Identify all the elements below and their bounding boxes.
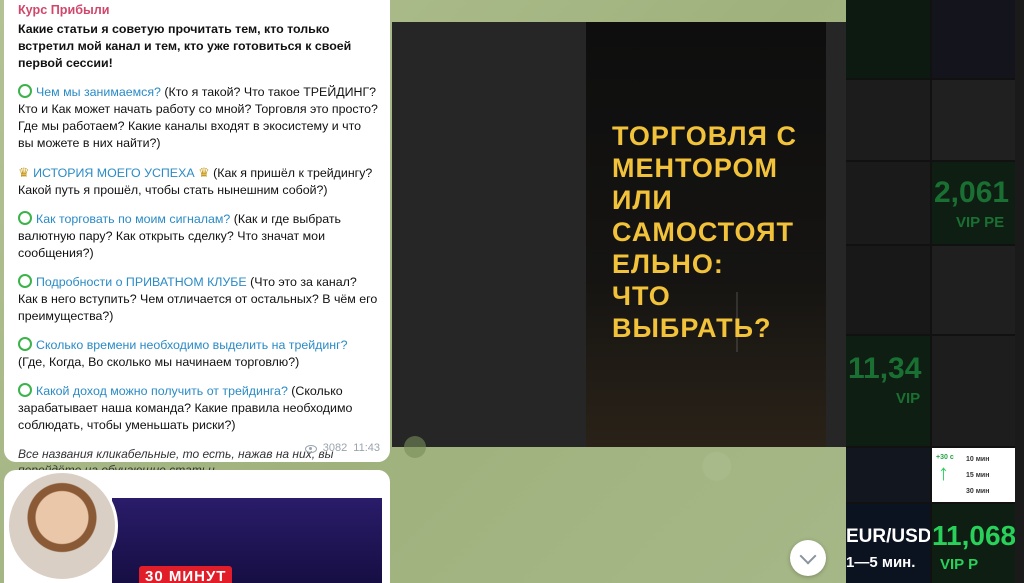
chevron-down-icon	[799, 547, 817, 564]
media-viewer[interactable]: ТОРГОВЛЯ С МЕНТОРОМ ИЛИ САМОСТОЯТ ЕЛЬНО:…	[392, 22, 846, 447]
article-link-success-story[interactable]: ИСТОРИЯ МОЕГО УСПЕХА	[33, 166, 195, 180]
list-item: Какой доход можно получить от трейдинга?…	[18, 383, 353, 432]
article-poster[interactable]: ТОРГОВЛЯ С МЕНТОРОМ ИЛИ САМОСТОЯТ ЕЛЬНО:…	[586, 22, 826, 447]
thumbnail[interactable]	[932, 80, 1016, 160]
article-link-time[interactable]: Сколько времени необходимо выделить на т…	[36, 338, 348, 352]
right-edge-strip	[1015, 0, 1024, 583]
green-circle-icon	[18, 383, 32, 397]
video-message-bubble[interactable]: 30 МИНУТ	[4, 470, 390, 583]
message-meta: 3082 11:43	[304, 440, 380, 457]
thumbnail[interactable]: ↑ +30 с 10 мин 15 мин 30 мин	[932, 448, 1016, 502]
thumbnail[interactable]	[846, 162, 930, 244]
thumbnail-strip: 2,061 VIP PE 11,34 VIP ↑ +30 с 10 мин 15…	[846, 0, 1024, 583]
green-circle-icon	[18, 84, 32, 98]
thumbnail[interactable]	[846, 448, 930, 502]
thumbnail[interactable]: EUR/USD 1—5 мин.	[846, 504, 930, 583]
article-link-about[interactable]: Чем мы занимаемся?	[36, 85, 161, 99]
thumbnail[interactable]	[846, 80, 930, 160]
list-item: Сколько времени необходимо выделить на т…	[18, 337, 348, 369]
article-link-income[interactable]: Какой доход можно получить от трейдинга?	[36, 384, 288, 398]
thumbnail[interactable]	[932, 0, 1016, 78]
view-count: 3082	[322, 442, 348, 454]
crown-icon: ♛	[198, 165, 210, 180]
thumbnail[interactable]	[932, 336, 1016, 446]
poster-title: ТОРГОВЛЯ С МЕНТОРОМ ИЛИ САМОСТОЯТ ЕЛЬНО:…	[612, 121, 797, 343]
thumbnail[interactable]: 11,34 VIP	[846, 336, 930, 446]
scroll-down-button[interactable]	[790, 540, 826, 576]
eye-icon	[304, 444, 317, 453]
thumbnail[interactable]	[846, 246, 930, 334]
message-time: 11:43	[353, 442, 380, 454]
crown-icon: ♛	[18, 165, 30, 180]
green-circle-icon	[18, 274, 32, 288]
channel-name[interactable]: Курс Прибыли	[18, 2, 378, 19]
list-item: Чем мы занимаемся? (Кто я такой? Что так…	[18, 84, 378, 150]
thumbnail[interactable]	[846, 0, 930, 78]
thumbnail[interactable]	[932, 246, 1016, 334]
green-circle-icon	[18, 211, 32, 225]
thumbnail[interactable]: 2,061 VIP PE	[932, 162, 1016, 244]
thumbnail[interactable]: 11,068 VIP P	[932, 504, 1016, 583]
message-bubble: Курс Прибыли Какие статьи я советую проч…	[4, 0, 390, 477]
list-item: Как торговать по моим сигналам? (Как и г…	[18, 211, 341, 260]
article-link-private-club[interactable]: Подробности о ПРИВАТНОМ КЛУБЕ	[36, 275, 247, 289]
reaction-dot	[404, 436, 426, 458]
list-item: Подробности о ПРИВАТНОМ КЛУБЕ (Что это з…	[18, 274, 378, 323]
video-title: 30 МИНУТ	[139, 566, 233, 583]
article-link-signals[interactable]: Как торговать по моим сигналам?	[36, 212, 230, 226]
message-intro: Какие статьи я советую прочитать тем, кт…	[18, 22, 352, 70]
list-item: ♛ ИСТОРИЯ МОЕГО УСПЕХА ♛ (Как я пришёл к…	[18, 165, 373, 197]
round-video-avatar[interactable]	[6, 470, 118, 582]
up-arrow-icon: ↑	[938, 460, 949, 485]
green-circle-icon	[18, 337, 32, 351]
